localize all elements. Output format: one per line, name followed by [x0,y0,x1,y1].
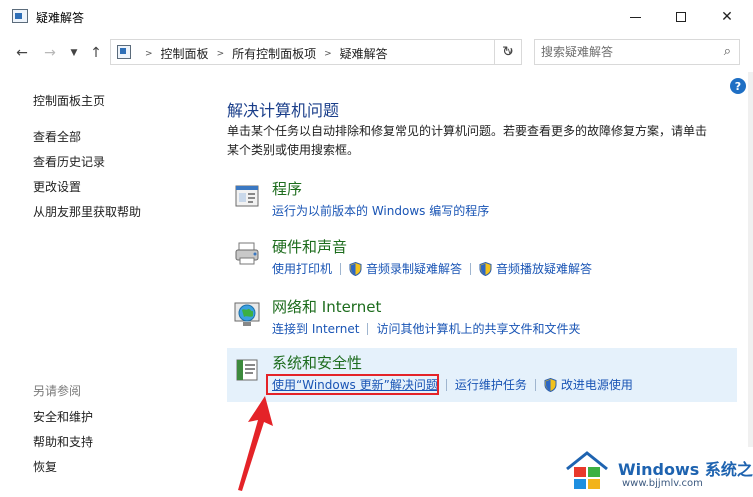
uac-shield-icon [479,261,492,276]
maximize-icon [676,12,686,22]
watermark-url: www.bjjmlv.com [622,478,703,489]
minimize-icon [629,16,641,18]
arrow-up-icon: ↑ [90,45,102,61]
network-globe-icon [234,302,260,326]
programs-icon [235,185,259,207]
breadcrumb-all-items[interactable]: 所有控制面板项 [232,45,316,62]
address-bar[interactable]: > 控制面板 > 所有控制面板项 > 疑难解答 ∨ [110,39,522,65]
close-button[interactable]: ✕ [704,0,750,34]
arrow-left-icon: ← [16,45,28,61]
up-button[interactable]: ↑ [86,43,106,63]
category-title-hardware-sound[interactable]: 硬件和声音 [272,236,347,257]
annotation-arrow-icon [238,396,273,491]
chevron-right-icon: > [145,48,153,59]
recent-locations-button[interactable]: ▼ [64,43,84,63]
see-also-help-support[interactable]: 帮助和支持 [33,433,93,450]
uac-shield-icon [349,261,362,276]
category-hardware-sound: 硬件和声音 使用打印机 音频录制疑难解答 音频播放疑难解答 [227,232,737,288]
link-use-printer[interactable]: 使用打印机 [272,260,332,277]
category-links-programs: 运行为以前版本的 Windows 编写的程序 [272,202,489,219]
link-audio-playback[interactable]: 音频播放疑难解答 [496,260,592,277]
category-programs: 程序 运行为以前版本的 Windows 编写的程序 [227,174,737,230]
minimize-button[interactable] [612,0,658,34]
breadcrumb: > 控制面板 > 所有控制面板项 > 疑难解答 [137,45,388,62]
arrow-right-icon: → [44,45,56,61]
category-network-internet: 网络和 Internet 连接到 Internet 访问其他计算机上的共享文件和… [227,292,737,348]
uac-shield-icon [544,377,557,392]
sidebar-item-view-all[interactable]: 查看全部 [33,128,81,145]
sidebar-item-change-settings[interactable]: 更改设置 [33,178,81,195]
search-box[interactable]: ⌕ [534,39,740,65]
close-icon: ✕ [721,9,733,25]
chevron-right-icon[interactable]: > [324,49,332,59]
breadcrumb-control-panel[interactable]: 控制面板 [161,45,209,62]
printer-icon [235,242,259,265]
category-links-network-internet: 连接到 Internet 访问其他计算机上的共享文件和文件夹 [272,320,580,337]
divider [367,322,369,335]
watermark-brand-en: Windows [618,460,700,479]
highlight-box [266,374,439,395]
windows-logo-icon [566,451,608,489]
sidebar-item-get-help-from-friend[interactable]: 从朋友那里获取帮助 [33,203,141,220]
window-title: 疑难解答 [36,11,85,25]
main-content: 解决计算机问题 单击某个任务以自动排除和修复常见的计算机问题。若要查看更多的故障… [210,72,753,497]
see-also-security-maintenance[interactable]: 安全和维护 [33,408,93,425]
page-description: 单击某个任务以自动排除和修复常见的计算机问题。若要查看更多的故障修复方案，请单击… [227,124,708,157]
see-also-recovery[interactable]: 恢复 [33,458,57,475]
chevron-right-icon[interactable]: > [217,49,225,59]
link-run-maintenance[interactable]: 运行维护任务 [455,376,527,393]
watermark-brand: Windows 系统之家 [618,456,753,480]
control-panel-icon [117,45,131,59]
page-title: 解决计算机问题 [227,101,340,120]
left-pane: 控制面板主页 查看全部 查看历史记录 更改设置 从朋友那里获取帮助 另请参阅 安… [0,72,210,497]
divider [445,378,447,391]
forward-button[interactable]: → [40,43,60,63]
category-title-programs[interactable]: 程序 [272,178,302,199]
divider [340,262,342,275]
category-title-system-security[interactable]: 系统和安全性 [272,352,362,373]
link-audio-recording[interactable]: 音频录制疑难解答 [366,260,462,277]
chevron-down-icon: ▼ [70,48,78,58]
link-improve-power[interactable]: 改进电源使用 [561,376,633,393]
category-title-network-internet[interactable]: 网络和 Internet [272,296,381,317]
divider [534,378,536,391]
link-connect-internet[interactable]: 连接到 Internet [272,320,359,337]
divider [470,262,472,275]
scrollbar[interactable] [748,72,753,447]
category-links-hardware-sound: 使用打印机 音频录制疑难解答 音频播放疑难解答 [272,260,592,277]
control-panel-icon [12,9,28,23]
breadcrumb-troubleshooting[interactable]: 疑难解答 [340,45,388,62]
link-shared-files[interactable]: 访问其他计算机上的共享文件和文件夹 [376,320,580,337]
watermark-brand-cn: 系统之家 [704,460,753,479]
sidebar-item-view-history[interactable]: 查看历史记录 [33,153,105,170]
see-also-heading: 另请参阅 [33,384,82,398]
sidebar-item-control-panel-home[interactable]: 控制面板主页 [33,92,105,109]
search-icon[interactable]: ⌕ [724,44,731,59]
system-security-icon [236,359,258,381]
navigation-bar: ← → ▼ ↑ > 控制面板 > 所有控制面板项 > 疑难解答 ∨ ↻ ⌕ [0,34,753,72]
maximize-button[interactable] [658,0,704,34]
refresh-button[interactable]: ↻ [494,39,522,65]
title-bar: 疑难解答 ✕ [0,0,753,34]
back-button[interactable]: ← [12,43,32,63]
search-input[interactable] [541,44,711,60]
link-run-older-programs[interactable]: 运行为以前版本的 Windows 编写的程序 [272,202,489,219]
refresh-icon: ↻ [502,44,514,60]
watermark: Windows 系统之家 www.bjjmlv.com [562,447,753,497]
